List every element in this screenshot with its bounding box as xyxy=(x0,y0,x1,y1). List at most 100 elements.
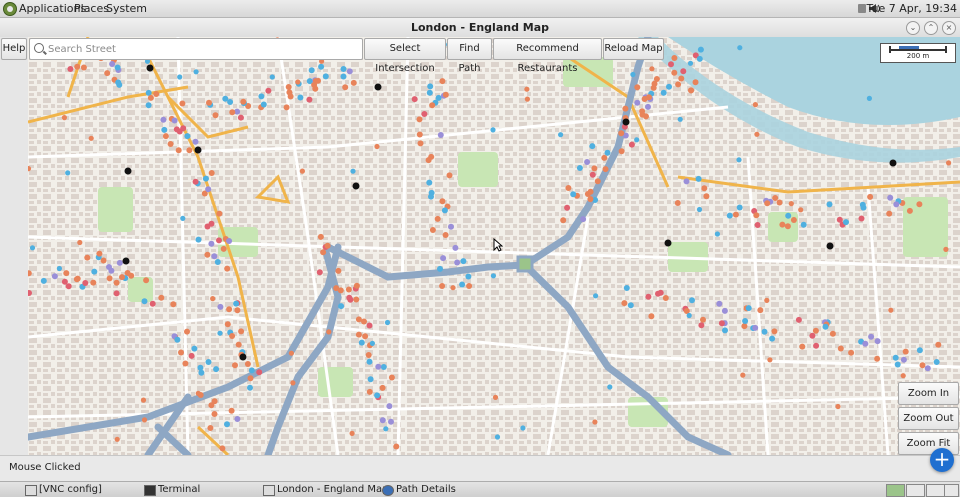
poi-marker[interactable] xyxy=(742,318,749,324)
workspace-3[interactable] xyxy=(926,484,945,497)
find-path-button[interactable]: Find Path xyxy=(447,38,492,74)
poi-marker[interactable] xyxy=(316,269,323,276)
poi-marker[interactable] xyxy=(601,154,608,161)
poi-marker[interactable] xyxy=(589,171,596,178)
poi-marker[interactable] xyxy=(227,99,234,105)
poi-marker[interactable] xyxy=(587,196,594,203)
poi-marker[interactable] xyxy=(653,76,660,82)
poi-marker[interactable] xyxy=(217,303,224,310)
poi-marker[interactable] xyxy=(375,363,382,370)
poi-marker[interactable] xyxy=(180,125,187,132)
poi-marker[interactable] xyxy=(446,172,453,179)
poi-marker[interactable] xyxy=(366,388,373,395)
poi-marker[interactable] xyxy=(887,194,894,201)
poi-marker[interactable] xyxy=(119,274,125,281)
poi-marker[interactable] xyxy=(721,307,728,314)
poi-marker[interactable] xyxy=(933,359,940,365)
poi-marker[interactable] xyxy=(208,240,215,247)
poi-marker[interactable] xyxy=(442,232,449,238)
poi-marker[interactable] xyxy=(171,117,178,124)
poi-marker[interactable] xyxy=(114,436,120,442)
poi-marker[interactable] xyxy=(383,426,389,432)
poi-marker[interactable] xyxy=(197,364,204,371)
poi-marker[interactable] xyxy=(353,282,360,289)
poi-marker[interactable] xyxy=(224,265,231,272)
poi-marker[interactable] xyxy=(195,390,201,396)
poi-marker[interactable] xyxy=(269,74,275,80)
poi-marker[interactable] xyxy=(687,60,694,66)
poi-marker[interactable] xyxy=(858,215,865,222)
search-street-input[interactable] xyxy=(46,40,360,59)
poi-marker[interactable] xyxy=(618,130,625,137)
poi-marker[interactable] xyxy=(718,320,725,327)
poi-marker[interactable] xyxy=(355,331,362,338)
intersection-marker[interactable] xyxy=(622,118,630,126)
poi-marker[interactable] xyxy=(639,108,646,115)
poi-marker[interactable] xyxy=(51,273,58,280)
poi-marker[interactable] xyxy=(88,135,94,141)
poi-marker[interactable] xyxy=(211,411,218,417)
poi-marker[interactable] xyxy=(340,66,347,72)
poi-marker[interactable] xyxy=(623,285,630,291)
poi-marker[interactable] xyxy=(874,338,881,345)
poi-marker[interactable] xyxy=(109,61,116,67)
poi-marker[interactable] xyxy=(205,186,212,193)
intersection-marker[interactable] xyxy=(146,64,154,72)
poi-marker[interactable] xyxy=(322,73,329,80)
poi-marker[interactable] xyxy=(627,302,634,309)
poi-marker[interactable] xyxy=(867,193,874,200)
poi-marker[interactable] xyxy=(726,212,733,219)
poi-marker[interactable] xyxy=(790,217,797,223)
poi-marker[interactable] xyxy=(208,220,215,227)
poi-marker[interactable] xyxy=(695,175,702,182)
workspace-2[interactable] xyxy=(906,484,925,497)
poi-marker[interactable] xyxy=(649,66,655,72)
poi-marker[interactable] xyxy=(160,116,167,123)
zoom-out-button[interactable]: Zoom Out xyxy=(898,407,959,430)
poi-marker[interactable] xyxy=(153,91,160,97)
places-menu[interactable]: Places xyxy=(74,1,109,16)
poi-marker[interactable] xyxy=(466,283,473,289)
poi-marker[interactable] xyxy=(283,104,290,111)
poi-marker[interactable] xyxy=(621,300,628,307)
poi-marker[interactable] xyxy=(919,362,926,369)
intersection-marker[interactable] xyxy=(352,182,360,190)
intersection-marker[interactable] xyxy=(239,353,247,361)
poi-marker[interactable] xyxy=(584,159,591,165)
poi-marker[interactable] xyxy=(868,333,875,340)
poi-marker[interactable] xyxy=(671,55,678,61)
poi-marker[interactable] xyxy=(906,207,913,214)
poi-marker[interactable] xyxy=(184,328,190,335)
poi-marker[interactable] xyxy=(683,178,690,185)
poi-marker[interactable] xyxy=(426,89,433,96)
poi-marker[interactable] xyxy=(312,78,319,84)
poi-marker[interactable] xyxy=(440,255,447,262)
poi-marker[interactable] xyxy=(558,132,564,138)
poi-marker[interactable] xyxy=(628,141,635,148)
poi-marker[interactable] xyxy=(732,211,739,218)
poi-marker[interactable] xyxy=(645,103,651,110)
poi-marker[interactable] xyxy=(65,283,72,290)
poi-marker[interactable] xyxy=(106,275,113,282)
poi-marker[interactable] xyxy=(247,375,254,382)
poi-marker[interactable] xyxy=(143,277,150,284)
poi-marker[interactable] xyxy=(924,365,931,372)
poi-marker[interactable] xyxy=(295,79,301,85)
poi-marker[interactable] xyxy=(202,175,209,182)
poi-marker[interactable] xyxy=(216,210,223,217)
poi-marker[interactable] xyxy=(226,238,233,244)
poi-marker[interactable] xyxy=(812,327,819,334)
poi-marker[interactable] xyxy=(285,84,292,90)
intersection-marker[interactable] xyxy=(122,257,130,265)
poi-marker[interactable] xyxy=(678,75,685,82)
poi-marker[interactable] xyxy=(692,79,699,86)
poi-marker[interactable] xyxy=(761,328,768,335)
poi-marker[interactable] xyxy=(149,300,156,307)
poi-marker[interactable] xyxy=(589,143,596,150)
poi-marker[interactable] xyxy=(256,369,263,376)
poi-marker[interactable] xyxy=(214,259,221,265)
poi-marker[interactable] xyxy=(813,342,820,349)
poi-marker[interactable] xyxy=(736,204,743,211)
poi-marker[interactable] xyxy=(337,287,344,294)
poi-marker[interactable] xyxy=(260,101,267,108)
